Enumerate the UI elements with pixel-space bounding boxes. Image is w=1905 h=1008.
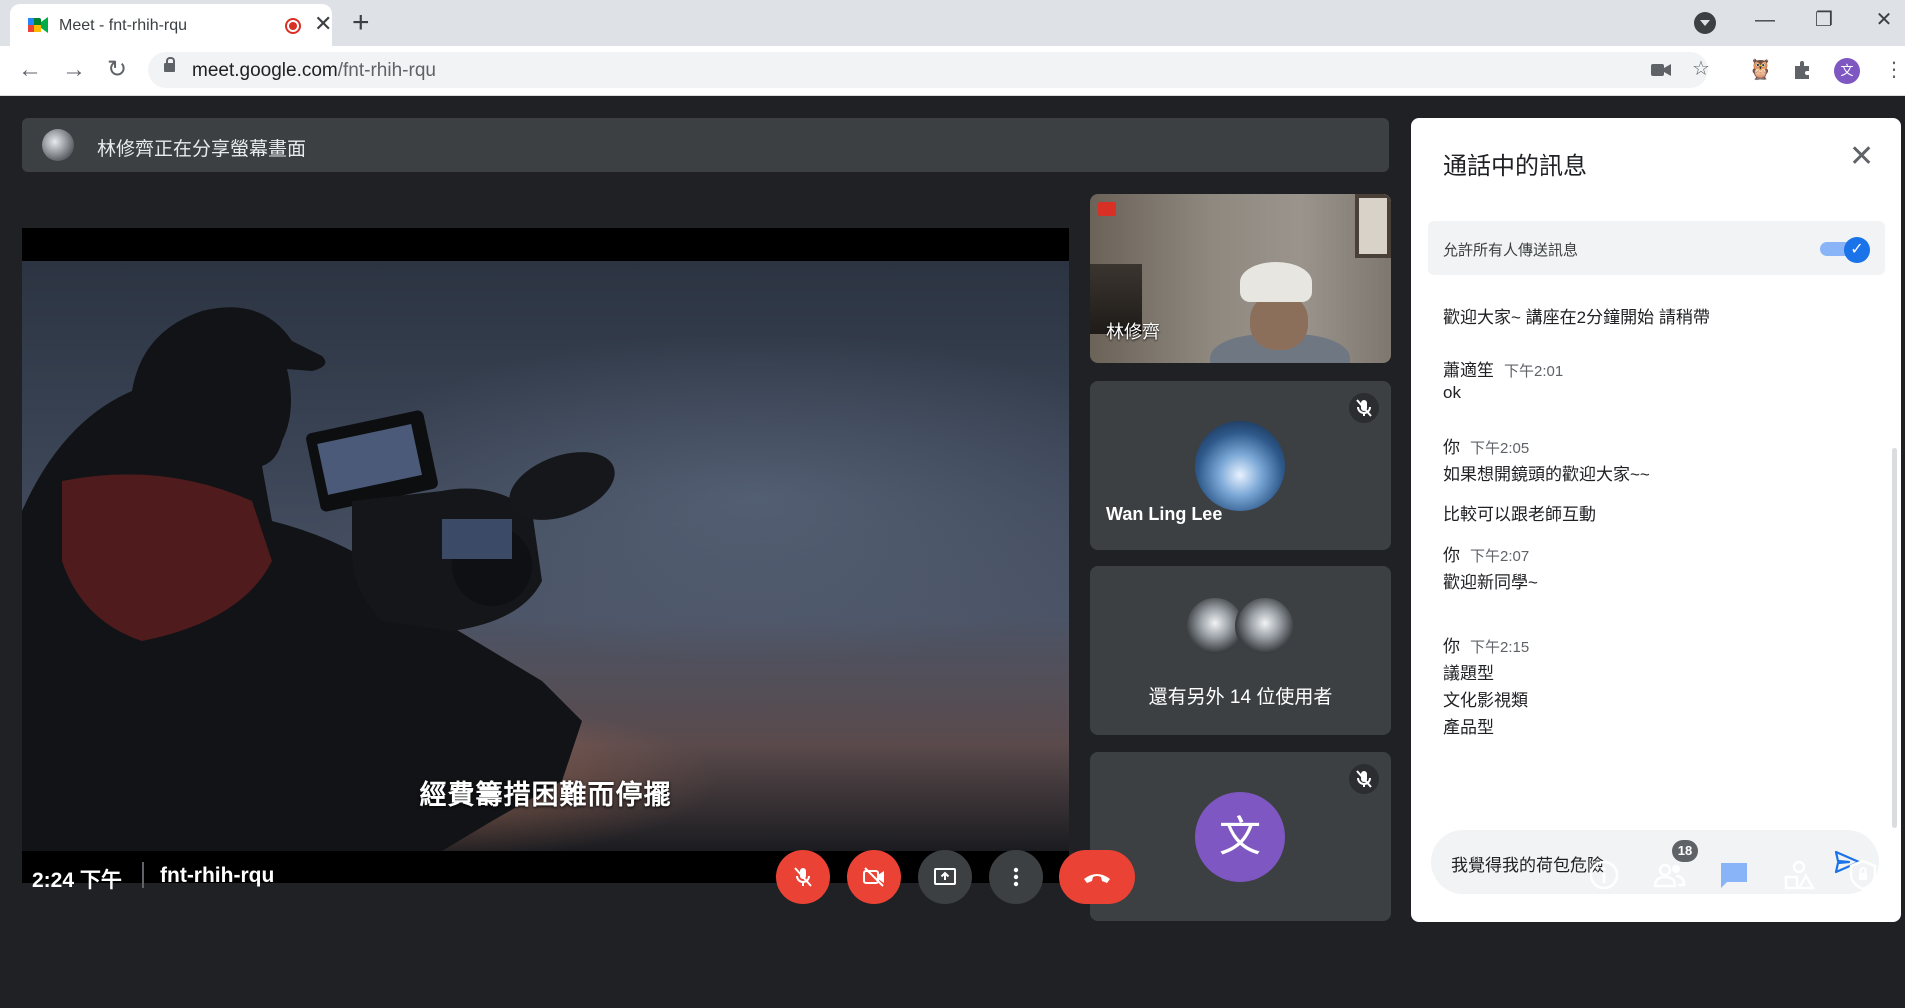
- profile-avatar[interactable]: 文: [1834, 58, 1860, 84]
- background-sign: [1098, 202, 1116, 216]
- chat-message-text: ok: [1443, 383, 1461, 402]
- address-bar[interactable]: meet.google.com/fnt-rhih-rqu ☆: [148, 52, 1710, 88]
- chat-panel: 通話中的訊息 ✕ 允許所有人傳送訊息 ✓ 歡迎大家~ 講座在2分鐘開始 請稍帶 …: [1411, 118, 1901, 922]
- chat-input-value: 我覺得我的荷包危險: [1451, 856, 1604, 875]
- cameraman-silhouette: [22, 307, 615, 851]
- check-icon: ✓: [1844, 237, 1870, 263]
- background-frame: [1355, 194, 1391, 258]
- more-participants-tile[interactable]: 還有另外 14 位使用者: [1090, 566, 1391, 735]
- message-time: 下午2:01: [1504, 363, 1564, 380]
- message-time: 下午2:05: [1470, 440, 1530, 457]
- tab-close-button[interactable]: ✕: [314, 13, 332, 35]
- mic-off-icon: [1349, 393, 1379, 423]
- participant-avatar: [1195, 421, 1285, 511]
- participant-avatar: [1235, 596, 1295, 656]
- more-options-button[interactable]: [989, 850, 1043, 904]
- message-time: 下午2:07: [1470, 548, 1530, 565]
- allow-messages-row: 允許所有人傳送訊息 ✓: [1428, 221, 1885, 275]
- presentation-banner-text: 林修齊正在分享螢幕畫面: [97, 139, 307, 160]
- url-text: meet.google.com/fnt-rhih-rqu: [192, 60, 436, 82]
- mic-toggle-button[interactable]: [776, 850, 830, 904]
- extensions-puzzle-icon[interactable]: [1792, 59, 1814, 81]
- chat-message-text: 歡迎大家~ 講座在2分鐘開始 請稍帶: [1443, 308, 1710, 327]
- camera-off-icon: [863, 867, 884, 887]
- meeting-clock: 2:24 下午: [32, 869, 122, 892]
- participant-head: [1250, 294, 1308, 350]
- restore-window-button[interactable]: ❐: [1806, 6, 1842, 34]
- shared-screen-frame: [22, 261, 1069, 851]
- activities-icon[interactable]: [1782, 858, 1816, 892]
- more-vert-icon: [1013, 867, 1019, 887]
- participant-name: 林修齊: [1106, 322, 1160, 342]
- browser-tab-strip: Meet - fnt-rhih-rqu ✕ + — ❐ ✕: [0, 0, 1905, 46]
- chat-message-header: 你下午2:05: [1443, 433, 1529, 458]
- presentation-banner: 林修齊正在分享螢幕畫面: [22, 118, 1389, 172]
- meet-favicon-icon: [28, 17, 48, 33]
- self-avatar: 文: [1195, 792, 1285, 882]
- chat-panel-title: 通話中的訊息: [1443, 153, 1587, 180]
- message-time: 下午2:15: [1470, 639, 1530, 656]
- forward-arrow-icon[interactable]: →: [60, 56, 88, 84]
- browser-menu-icon[interactable]: ⋮: [1884, 59, 1904, 81]
- host-controls-shield-icon[interactable]: [1846, 858, 1880, 892]
- camera-indicator-icon[interactable]: [1651, 63, 1671, 77]
- mic-off-icon: [794, 867, 812, 887]
- chat-message-text: 比較可以跟老師互動: [1443, 505, 1596, 524]
- reload-icon[interactable]: ↻: [103, 56, 131, 84]
- chat-message-text: 議題型: [1443, 664, 1494, 683]
- browser-tab[interactable]: Meet - fnt-rhih-rqu ✕: [10, 4, 332, 46]
- minimize-window-button[interactable]: —: [1747, 6, 1783, 34]
- mic-off-icon: [1349, 764, 1379, 794]
- hang-up-icon: [1084, 874, 1110, 883]
- back-arrow-icon[interactable]: ←: [16, 56, 44, 84]
- self-tile[interactable]: 文 你: [1090, 752, 1391, 921]
- chat-message-text: 文化影視類: [1443, 691, 1528, 710]
- recording-indicator-icon: [285, 18, 301, 34]
- allow-messages-label: 允許所有人傳送訊息: [1443, 242, 1579, 259]
- url-path: /fnt-rhih-rqu: [337, 60, 436, 81]
- message-sender: 你: [1443, 438, 1460, 457]
- participant-tile[interactable]: Wan Ling Lee: [1090, 381, 1391, 550]
- participant-hat: [1240, 262, 1312, 302]
- new-tab-button[interactable]: +: [352, 8, 370, 38]
- owl-extension-icon[interactable]: 🦉: [1748, 59, 1773, 81]
- participants-icon[interactable]: [1652, 858, 1686, 892]
- more-participants-label: 還有另外 14 位使用者: [1148, 687, 1333, 708]
- presenter-avatar: [42, 129, 74, 161]
- video-subtitle: 經費籌措困難而停擺: [419, 780, 672, 810]
- tab-search-icon[interactable]: [1694, 12, 1716, 34]
- message-sender: 蕭適笙: [1443, 361, 1494, 380]
- chat-message-header: 你下午2:07: [1443, 541, 1529, 566]
- chat-message-header: 你下午2:15: [1443, 632, 1529, 657]
- chat-message-text: 產品型: [1443, 718, 1494, 737]
- participants-count-badge: 18: [1672, 840, 1698, 862]
- leave-call-button[interactable]: [1059, 850, 1135, 904]
- shared-screen-video: 經費籌措困難而停擺: [22, 228, 1069, 883]
- chat-message-header: 蕭適笙 下午2:01: [1443, 356, 1563, 381]
- camera-toggle-button[interactable]: [847, 850, 901, 904]
- close-chat-button[interactable]: ✕: [1849, 142, 1874, 172]
- present-screen-button[interactable]: [918, 850, 972, 904]
- lock-icon: [164, 57, 175, 72]
- participant-tile[interactable]: 林修齊: [1090, 194, 1391, 363]
- present-screen-icon: [934, 868, 956, 885]
- chat-icon[interactable]: [1717, 858, 1751, 892]
- message-sender: 你: [1443, 546, 1460, 565]
- allow-messages-toggle[interactable]: ✓: [1820, 237, 1870, 263]
- divider: [142, 862, 144, 888]
- tab-title: Meet - fnt-rhih-rqu: [59, 17, 188, 34]
- url-host: meet.google.com: [192, 60, 338, 81]
- chat-message-text: 如果想開鏡頭的歡迎大家~~: [1443, 465, 1650, 484]
- meeting-details-icon[interactable]: [1587, 858, 1621, 892]
- participant-name: Wan Ling Lee: [1106, 504, 1223, 524]
- close-window-button[interactable]: ✕: [1866, 6, 1902, 34]
- browser-toolbar: ← → ↻ meet.google.com/fnt-rhih-rqu ☆ 🦉 文…: [0, 46, 1905, 96]
- message-sender: 你: [1443, 637, 1460, 656]
- chat-message-text: 歡迎新同學~: [1443, 573, 1538, 592]
- bookmark-star-icon[interactable]: ☆: [1692, 58, 1710, 80]
- chat-scrollbar[interactable]: [1892, 448, 1897, 828]
- meeting-code[interactable]: fnt-rhih-rqu: [160, 864, 274, 888]
